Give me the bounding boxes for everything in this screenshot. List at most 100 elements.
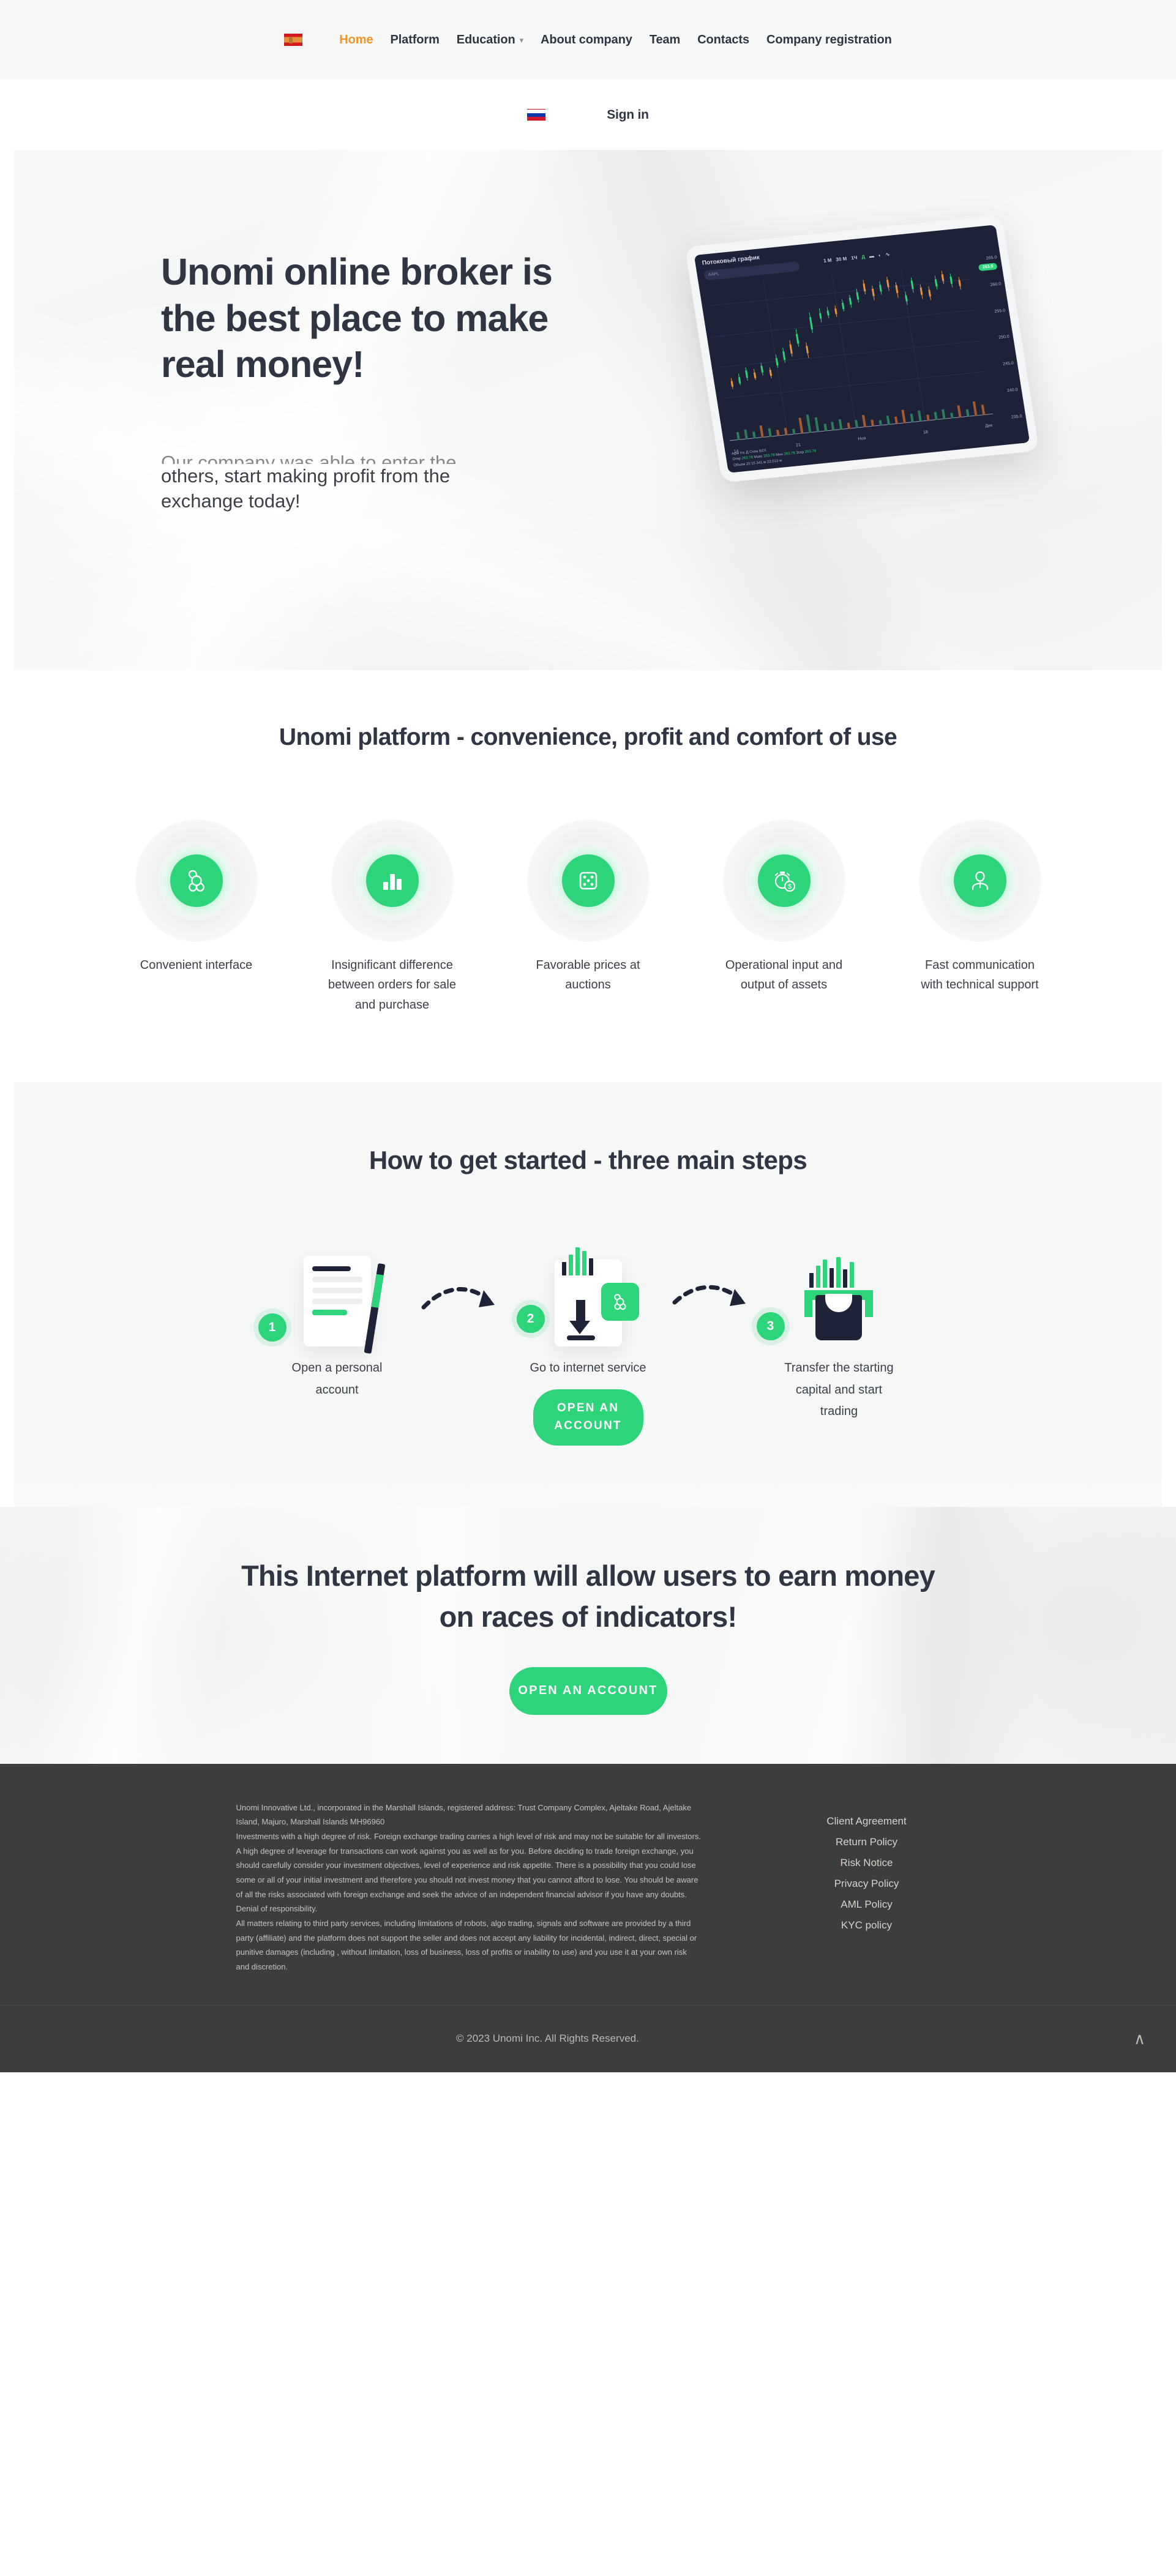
ohlc-label: Макс: [754, 455, 763, 460]
chevron-down-icon: ▾: [519, 35, 524, 45]
wallet-graphic: [800, 1255, 879, 1346]
timeframe-1m[interactable]: 1 М: [823, 258, 833, 264]
footer-link-risk-notice[interactable]: Risk Notice: [841, 1857, 893, 1869]
legal-disclaimer: Unomi Innovative Ltd., incorporated in t…: [236, 1801, 702, 1974]
secondary-bar: Sign in: [0, 80, 1176, 150]
ohlc-label: Откр: [732, 457, 741, 462]
nav-item-contacts[interactable]: Contacts: [697, 33, 749, 47]
tablet-illustration: Потоковый график AAPL 1 М 30 М 1Ч Д ▬ ◐ …: [666, 193, 1058, 511]
candles-icon: [561, 1244, 593, 1276]
nav-label: Platform: [390, 32, 440, 47]
features-section: Unomi platform - convenience, profit and…: [0, 670, 1176, 1083]
step-label: Transfer the starting capital and start …: [784, 1361, 894, 1419]
ohlc-label: Мин: [775, 453, 784, 458]
sign-in-link[interactable]: Sign in: [607, 108, 649, 122]
steps-open-account-button[interactable]: OPEN AN ACCOUNT: [533, 1389, 643, 1446]
arrow-connector-2: [671, 1249, 757, 1346]
timeframe-1h[interactable]: 1Ч: [850, 255, 857, 261]
nav-label: Company registration: [766, 32, 892, 47]
y-tick: 235.0: [1011, 414, 1023, 420]
trading-screen: Потоковый график AAPL 1 М 30 М 1Ч Д ▬ ◐ …: [694, 225, 1030, 473]
feature-label: Fast communication with technical suppor…: [921, 958, 1039, 992]
indicator-icon[interactable]: ◐: [878, 252, 882, 258]
feature-icon-halo: [135, 819, 258, 942]
feature-label: Convenient interface: [140, 958, 253, 972]
step-item-2: 2 Go to internet service OPEN AN ACCOUNT: [506, 1247, 671, 1446]
hero-text-block: Unomi online broker is the best place to…: [161, 249, 590, 514]
russia-flag-icon[interactable]: [527, 108, 546, 121]
nav-item-company-registration[interactable]: Company registration: [766, 33, 892, 47]
nav-item-platform[interactable]: Platform: [390, 33, 439, 47]
cta-banner-section: This Internet platform will allow users …: [0, 1506, 1176, 1764]
pen-icon: [363, 1263, 386, 1354]
footer-link-return-policy[interactable]: Return Policy: [836, 1836, 897, 1848]
banner-open-account-button[interactable]: OPEN AN ACCOUNT: [509, 1667, 667, 1715]
footer-link-client-agreement[interactable]: Client Agreement: [826, 1815, 906, 1827]
banner-title: This Internet platform will allow users …: [241, 1559, 935, 1633]
nav-label: About company: [541, 32, 632, 47]
download-card-icon: 2: [506, 1247, 671, 1347]
footer-links: Client Agreement Return Policy Risk Noti…: [793, 1801, 940, 1974]
spain-flag-icon[interactable]: [284, 34, 303, 46]
top-navigation-bar: Home Platform Education ▾ About company T…: [0, 0, 1176, 80]
hero-paragraph: Our company was able to enter the others…: [161, 450, 528, 514]
dice-icon: [561, 854, 615, 907]
steps-list: 1 Open a personal account 2 Go to intern…: [14, 1247, 1162, 1446]
feature-label: Favorable prices at auctions: [536, 958, 640, 992]
footer-link-kyc-policy[interactable]: KYC policy: [841, 1919, 892, 1932]
feature-icon-halo: [331, 819, 454, 942]
nav-label: Team: [649, 32, 681, 47]
feature-icon-halo: [918, 819, 1041, 942]
disclaimer-paragraph: Unomi Innovative Ltd., incorporated in t…: [236, 1802, 692, 1827]
chart-type-icon[interactable]: ▬: [869, 253, 874, 259]
ohlc-value: 263.78: [763, 454, 776, 459]
stopwatch-dollar-icon: $: [757, 854, 811, 907]
disclaimer-paragraph: Investments with a high degree of risk. …: [236, 1832, 701, 1914]
disclaimer-paragraph: All matters relating to third party serv…: [236, 1919, 697, 1971]
y-tick: 260.0: [990, 282, 1002, 288]
nav-item-team[interactable]: Team: [650, 33, 680, 47]
hero-section: Unomi online broker is the best place to…: [14, 150, 1162, 670]
step-label: Go to internet service: [530, 1361, 646, 1375]
feature-label: Operational input and output of assets: [725, 958, 843, 992]
nav-item-home[interactable]: Home: [339, 33, 373, 47]
nav-label: Home: [339, 32, 373, 47]
bar-chart-icon: [365, 854, 419, 907]
tablet-device: Потоковый график AAPL 1 М 30 М 1Ч Д ▬ ◐ …: [684, 215, 1039, 483]
y-tick: 245.0: [1002, 361, 1014, 367]
y-tick: 265.0: [986, 255, 997, 261]
nav-item-education[interactable]: Education ▾: [457, 33, 523, 47]
steps-title: How to get started - three main steps: [369, 1146, 807, 1175]
y-tick: 240.0: [1006, 387, 1019, 394]
footer-link-aml-policy[interactable]: AML Policy: [841, 1898, 892, 1911]
timeframe-day[interactable]: Д: [861, 254, 866, 259]
chart-stats: Aple Inc Д Сное BZX Откр 263.78 Макс 263…: [732, 443, 818, 468]
ohlc-value: 263.78: [741, 456, 754, 461]
step-number-badge: 2: [516, 1305, 545, 1334]
chevron-up-icon[interactable]: ∧: [1134, 2031, 1145, 2047]
ohlc-value: 263.78: [784, 452, 796, 457]
step-label: Open a personal account: [291, 1361, 383, 1397]
footer-link-privacy-policy[interactable]: Privacy Policy: [834, 1878, 899, 1890]
document-with-pen-icon: 1: [255, 1249, 420, 1354]
settings-icon[interactable]: ∿: [885, 252, 890, 258]
ohlc-value: 263.78: [804, 449, 817, 455]
nav-item-about-company[interactable]: About company: [541, 33, 632, 47]
hero-paragraph-rest: others, start making profit from the exc…: [161, 465, 451, 512]
feature-item-favorable-prices: Favorable prices at auctions: [490, 819, 686, 1015]
arrow-connector-1: [420, 1249, 506, 1346]
feature-item-operational-assets: $ Operational input and output of assets: [686, 819, 882, 1015]
feature-icon-halo: [526, 819, 650, 942]
trefoil-logo-icon: [601, 1283, 639, 1321]
step-item-1: 1 Open a personal account: [255, 1249, 420, 1401]
nav-label: Education: [456, 32, 515, 47]
x-tick: Дек: [984, 423, 993, 429]
footer-bottom-bar: © 2023 Unomi Inc. All Rights Reserved. ∧: [0, 2004, 1176, 2072]
step-item-3: 3 Transfer the starting capital and star…: [756, 1249, 922, 1423]
nav-label: Contacts: [697, 32, 749, 47]
svg-text:$: $: [787, 883, 791, 890]
candles-icon: [809, 1255, 854, 1288]
feature-item-order-difference: Insignificant difference between orders …: [294, 819, 490, 1015]
feature-label: Insignificant difference between orders …: [328, 958, 456, 1012]
timeframe-30m[interactable]: 30 М: [836, 256, 847, 263]
